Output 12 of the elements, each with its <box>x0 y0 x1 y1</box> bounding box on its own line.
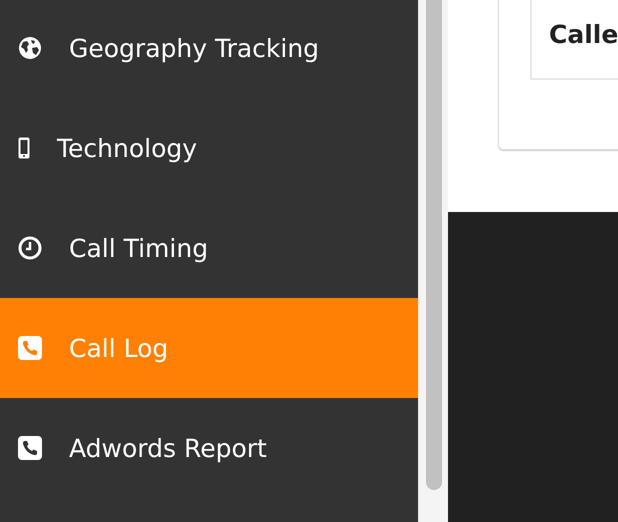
phone-icon <box>18 336 42 360</box>
sidebar-item[interactable]: Adwords Report <box>0 398 418 498</box>
table-header-cell: Calle <box>530 0 618 80</box>
clock-icon <box>18 236 42 260</box>
sidebar-item[interactable]: Technology <box>0 98 418 198</box>
scrollbar[interactable] <box>418 0 448 522</box>
phone-icon <box>18 436 42 460</box>
scrollbar-thumb[interactable] <box>426 0 442 490</box>
sidebar-item[interactable]: Geography Tracking <box>0 0 418 98</box>
globe-icon <box>18 36 42 60</box>
sidebar-item[interactable]: Call Timing <box>0 198 418 298</box>
mobile-phone-icon <box>18 137 30 159</box>
